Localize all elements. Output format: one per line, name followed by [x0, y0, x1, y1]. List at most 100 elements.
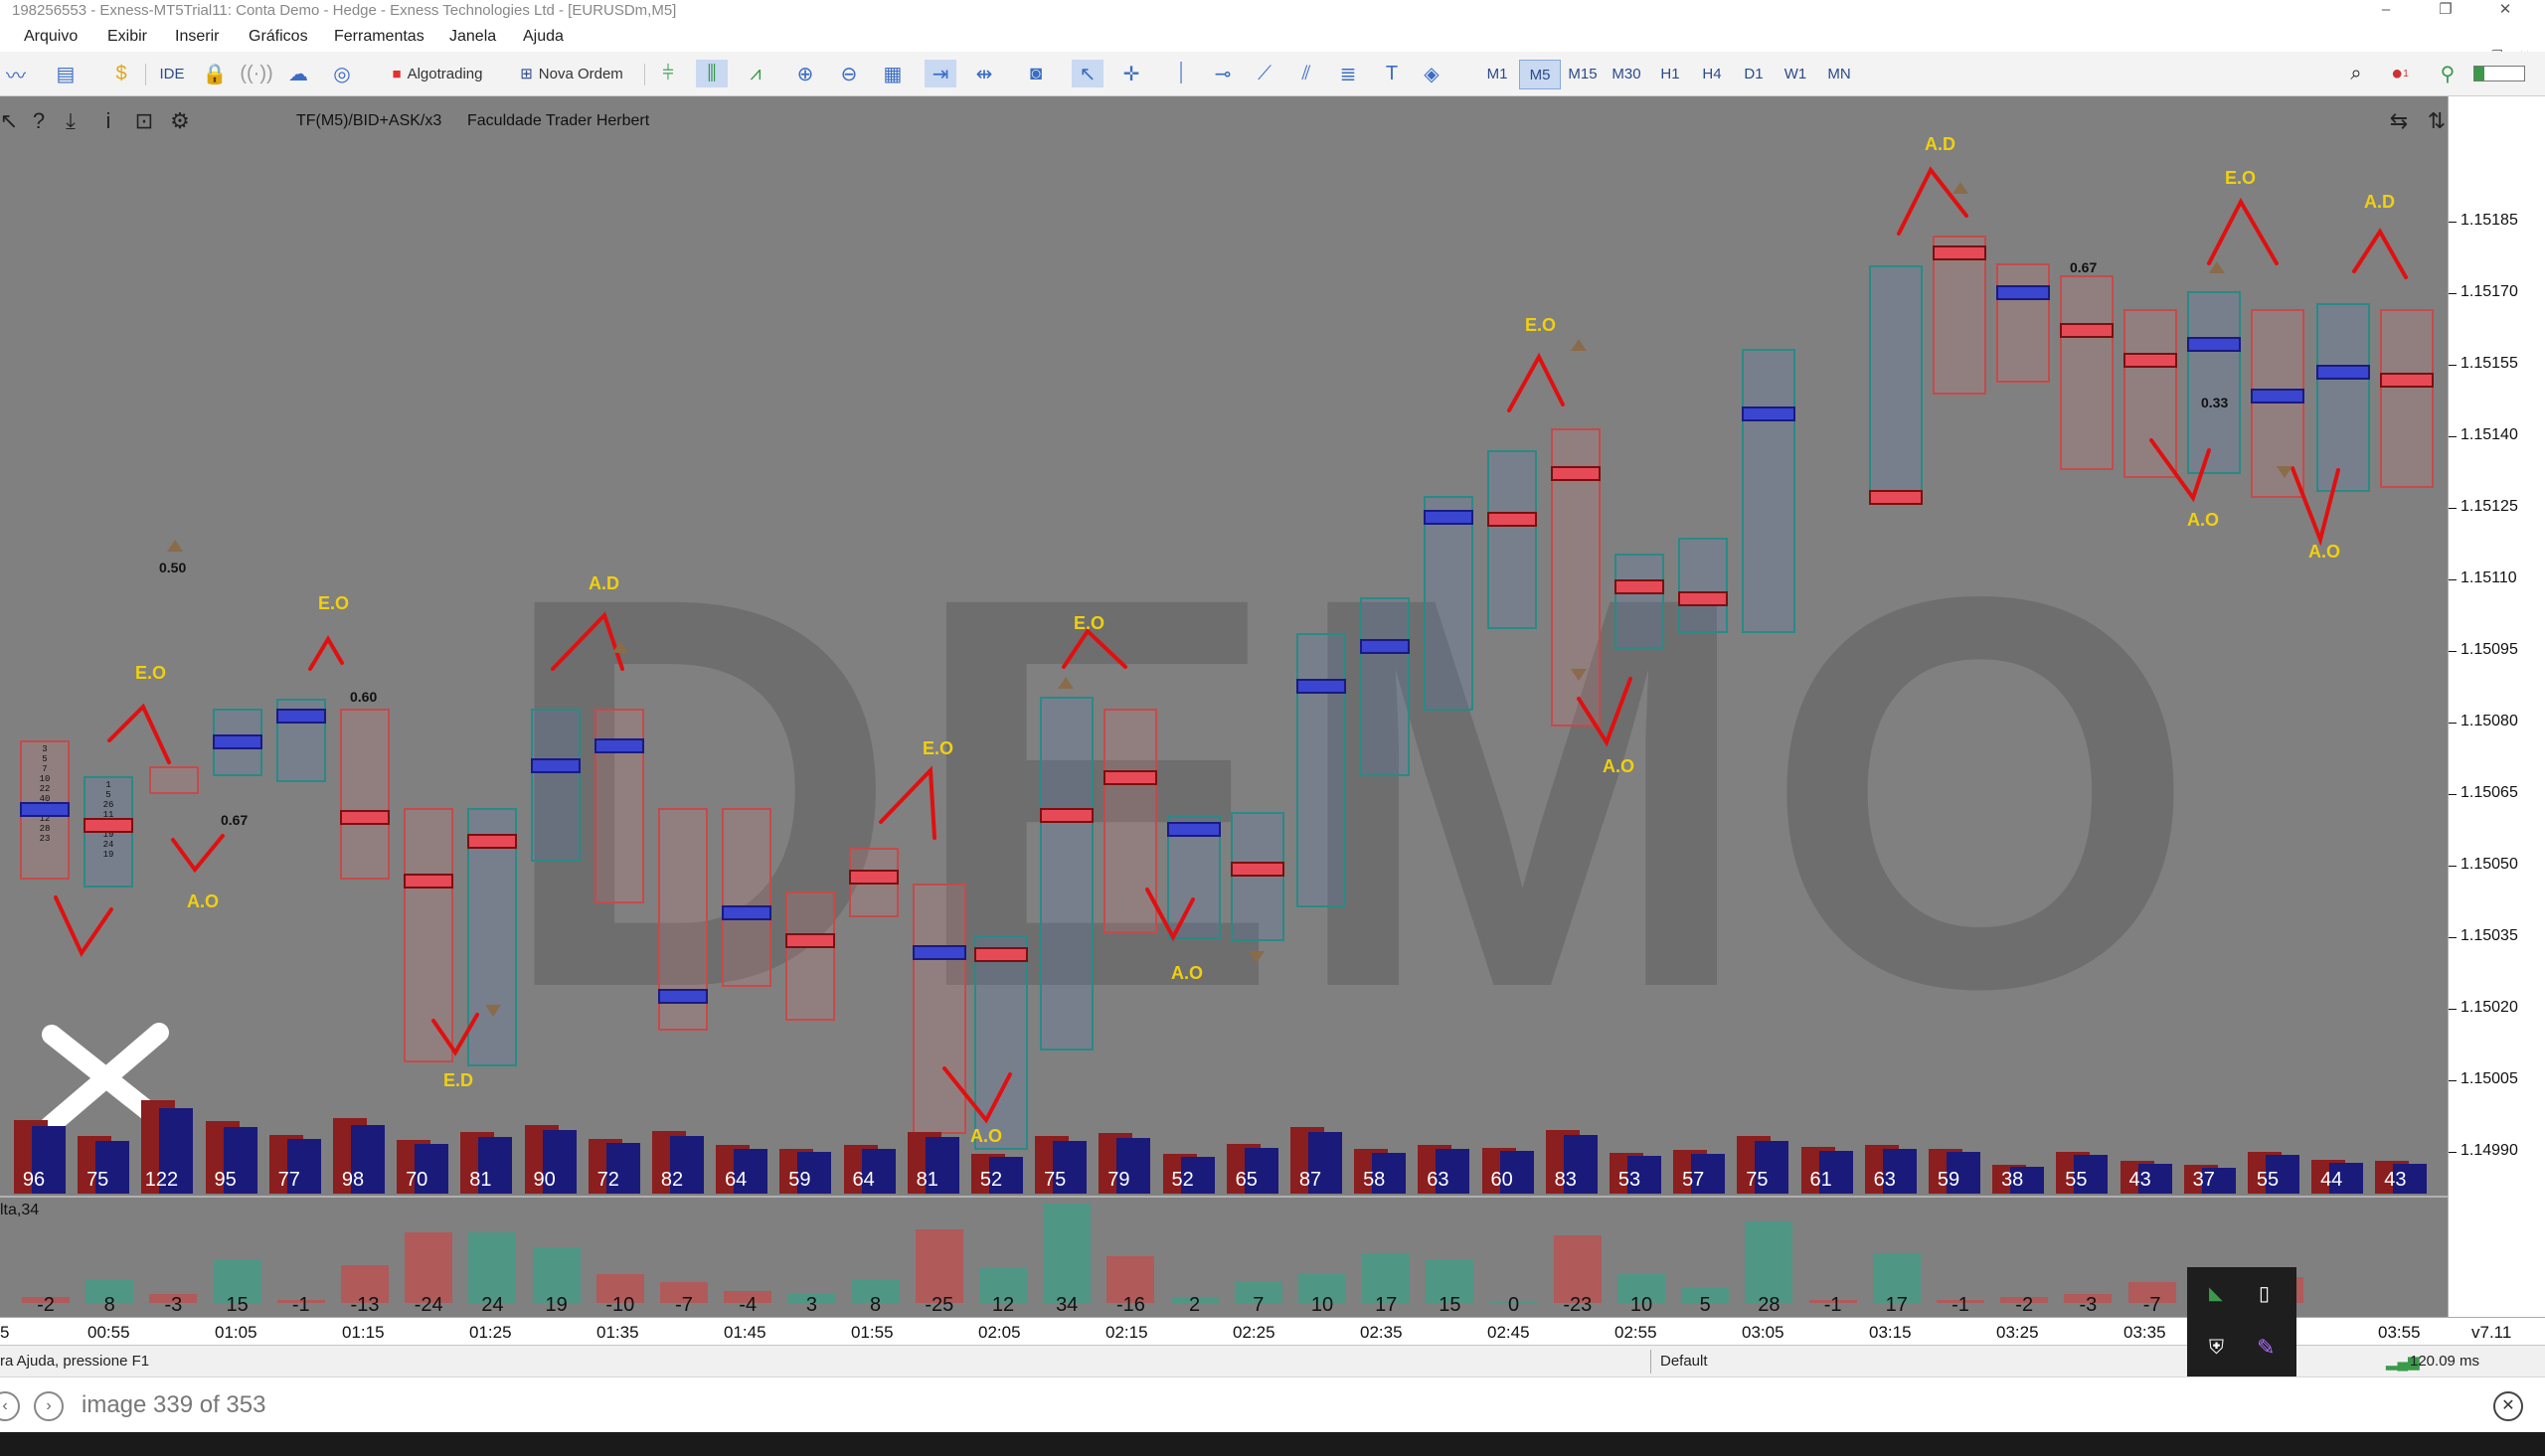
search-icon[interactable]: ⌕: [2340, 60, 2372, 87]
menu-inserir[interactable]: Inserir: [175, 28, 219, 46]
volume-label: 38: [2001, 1169, 2024, 1191]
timeframe-h1[interactable]: H1: [1650, 60, 1690, 87]
vps-icon[interactable]: ◎: [326, 60, 358, 87]
help-hint: ra Ajuda, pressione F1: [0, 1353, 150, 1370]
volume-panel: 96 75 122 95 77 98 70 81 90 72 82 64 59 64 81 52 75 79 52 6…: [0, 1100, 2448, 1194]
chart-template-icon[interactable]: ▤: [50, 60, 82, 87]
ide-button[interactable]: IDE: [155, 60, 189, 87]
menu-ferramentas[interactable]: Ferramentas: [334, 28, 424, 46]
cursor-icon[interactable]: ↖: [1072, 60, 1103, 87]
arrow-mark: [1507, 352, 1565, 412]
close-window-button[interactable]: ✕: [2485, 0, 2525, 22]
time-label: 00:55: [87, 1323, 130, 1342]
text-tool-icon[interactable]: T: [1376, 60, 1408, 87]
screenshot-icon[interactable]: ◙: [1020, 60, 1052, 87]
volume-label: 98: [341, 1169, 365, 1191]
signal-icon[interactable]: ((·)): [240, 60, 272, 87]
shapes-dropdown-icon[interactable]: ◈: [1416, 60, 1447, 87]
vertical-line-icon[interactable]: ⏐: [1165, 60, 1197, 87]
horizontal-line-icon[interactable]: ⊸: [1207, 60, 1239, 87]
delta-label: -7: [2142, 1294, 2161, 1316]
annotation-ao: A.O: [2308, 542, 2341, 562]
price-tick: [2449, 866, 2457, 867]
tray-security-icon[interactable]: ⛨: [2209, 1337, 2224, 1360]
trendline-icon[interactable]: ⟋: [1249, 60, 1280, 87]
status-separator: [1650, 1350, 1651, 1374]
delta-bar: [1745, 1221, 1793, 1303]
connection-icon[interactable]: ⚲: [2432, 60, 2463, 87]
arrow-mark: [879, 765, 936, 840]
timeframe-m30[interactable]: M30: [1607, 60, 1646, 87]
delta-label: 28: [1758, 1294, 1781, 1316]
price-tick: [2449, 1152, 2457, 1153]
time-label: 01:45: [724, 1323, 766, 1342]
zoom-in-icon[interactable]: ⊕: [789, 60, 821, 87]
menu-arquivo[interactable]: Arquivo: [24, 28, 78, 46]
nova-ordem-button[interactable]: ⊞ Nova Ordem: [509, 60, 634, 87]
grid-icon[interactable]: ▦: [877, 60, 909, 87]
price-tick: [2449, 1080, 2457, 1081]
arrow-mark: [308, 635, 344, 671]
down-triangle-marker: [1249, 951, 1265, 963]
volume-label: 43: [2128, 1169, 2151, 1191]
timeframe-m1[interactable]: M1: [1477, 60, 1517, 87]
notifications-icon[interactable]: ● 1: [2384, 60, 2416, 87]
menu-janela[interactable]: Janela: [449, 28, 496, 46]
timeframe-h4[interactable]: H4: [1692, 60, 1732, 87]
crosshair-icon[interactable]: ✛: [1115, 60, 1147, 87]
tray-app-icon[interactable]: ◣: [2209, 1283, 2223, 1304]
time-label: 01:35: [596, 1323, 639, 1342]
price-axis[interactable]: 1.15185 1.15170 1.15155 1.15140 1.15125 1.151…: [2448, 96, 2545, 1317]
volume-label: 63: [1427, 1169, 1449, 1191]
menu-ajuda[interactable]: Ajuda: [523, 28, 564, 46]
minimize-button[interactable]: –: [2366, 0, 2406, 22]
volume-label: 90: [533, 1169, 556, 1191]
channel-icon[interactable]: ⫽: [1290, 60, 1322, 87]
arrow-mark: [54, 895, 113, 958]
price-label: 1.15125: [2460, 498, 2518, 515]
timeframe-w1[interactable]: W1: [1776, 60, 1815, 87]
menu-graficos[interactable]: Gráficos: [249, 28, 308, 46]
timeframe-mn[interactable]: MN: [1819, 60, 1859, 87]
up-triangle-marker: [2209, 261, 2225, 273]
volume-label: 122: [144, 1169, 179, 1191]
timeframe-m15[interactable]: M15: [1563, 60, 1603, 87]
tray-pen-icon[interactable]: ✎: [2257, 1335, 2275, 1361]
chart-shift-icon[interactable]: ⇹: [968, 60, 1000, 87]
line-chart-icon[interactable]: ⩘: [740, 60, 771, 87]
menu-bar: Arquivo Exibir Inserir Gráficos Ferramen…: [0, 22, 2545, 63]
version-label: v7.11: [2471, 1323, 2512, 1342]
timeframe-d1[interactable]: D1: [1734, 60, 1774, 87]
chart-area[interactable]: DEMO ↖ ? ⤓ i ⊡ ⚙ TF(M5)/BID+ASK/x3 Facul…: [0, 96, 2448, 1317]
annotation-eo: E.O: [135, 663, 167, 683]
close-viewer-button[interactable]: ✕: [2493, 1391, 2523, 1421]
previous-image-button[interactable]: ‹: [0, 1391, 20, 1421]
arrow-mark: [2149, 438, 2211, 503]
maximize-button[interactable]: ❐: [2426, 0, 2465, 22]
zoom-out-icon[interactable]: ⊖: [833, 60, 865, 87]
time-label: 01:15: [342, 1323, 385, 1342]
price-label: 1.15140: [2460, 426, 2518, 443]
image-viewer-bar: ‹ › image 339 of 353 ✕: [0, 1376, 2545, 1433]
annotation-eo: E.O: [2225, 168, 2257, 188]
candlestick-chart-icon[interactable]: ⫼: [696, 60, 728, 87]
volume-label: 75: [1044, 1169, 1067, 1191]
volume-label: 83: [1554, 1169, 1577, 1191]
menu-exibir[interactable]: Exibir: [107, 28, 147, 46]
price-tick: [2449, 365, 2457, 366]
market-watch-icon[interactable]: $: [105, 60, 137, 87]
bar-chart-icon[interactable]: ⫩: [652, 60, 684, 87]
price-label: 1.15050: [2460, 856, 2518, 873]
fibonacci-icon[interactable]: ≣: [1332, 60, 1364, 87]
algotrading-button[interactable]: ■ Algotrading: [378, 60, 497, 87]
lock-icon[interactable]: 🔒: [199, 60, 231, 87]
line-chart-dropdown-icon[interactable]: 〰: [0, 60, 32, 87]
timeframe-m5[interactable]: M5: [1519, 60, 1561, 89]
cloud-icon[interactable]: ☁: [282, 60, 314, 87]
volume-label: 95: [214, 1169, 237, 1191]
tray-usb-icon[interactable]: ▯: [2259, 1281, 2270, 1306]
annotation-ed: E.D: [443, 1070, 474, 1090]
volume-label: 58: [1363, 1169, 1386, 1191]
autoscroll-icon[interactable]: ⇥: [925, 60, 956, 87]
next-image-button[interactable]: ›: [34, 1391, 64, 1421]
